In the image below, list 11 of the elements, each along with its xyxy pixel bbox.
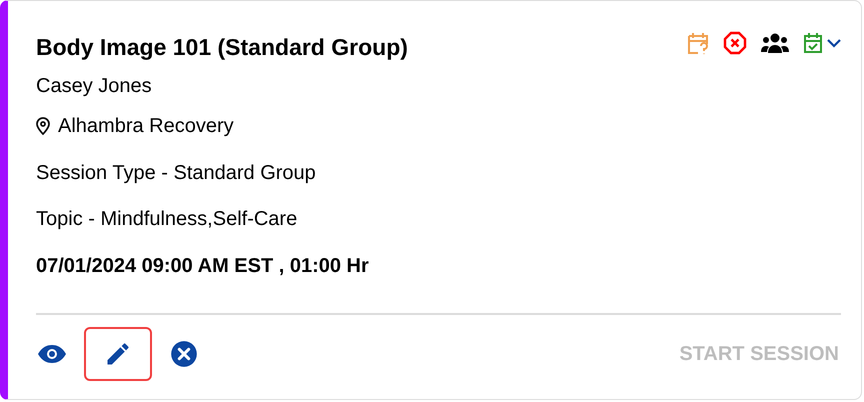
session-type-text: Session Type - Standard Group [36,161,317,186]
eye-icon [37,344,67,364]
session-title: Body Image 101 (Standard Group) [36,33,408,62]
schedule-text: 07/01/2024 09:00 AM EST , 01:00 Hr [36,254,370,279]
location-pin-icon [36,117,50,135]
close-circle-icon [170,340,198,368]
edit-button[interactable] [84,327,152,381]
chevron-down-icon[interactable] [827,38,841,48]
location-text: Alhambra Recovery [58,114,234,139]
provider-name: Casey Jones [36,74,153,99]
topic-text: Topic - Mindfulness,Self-Care [36,207,298,232]
